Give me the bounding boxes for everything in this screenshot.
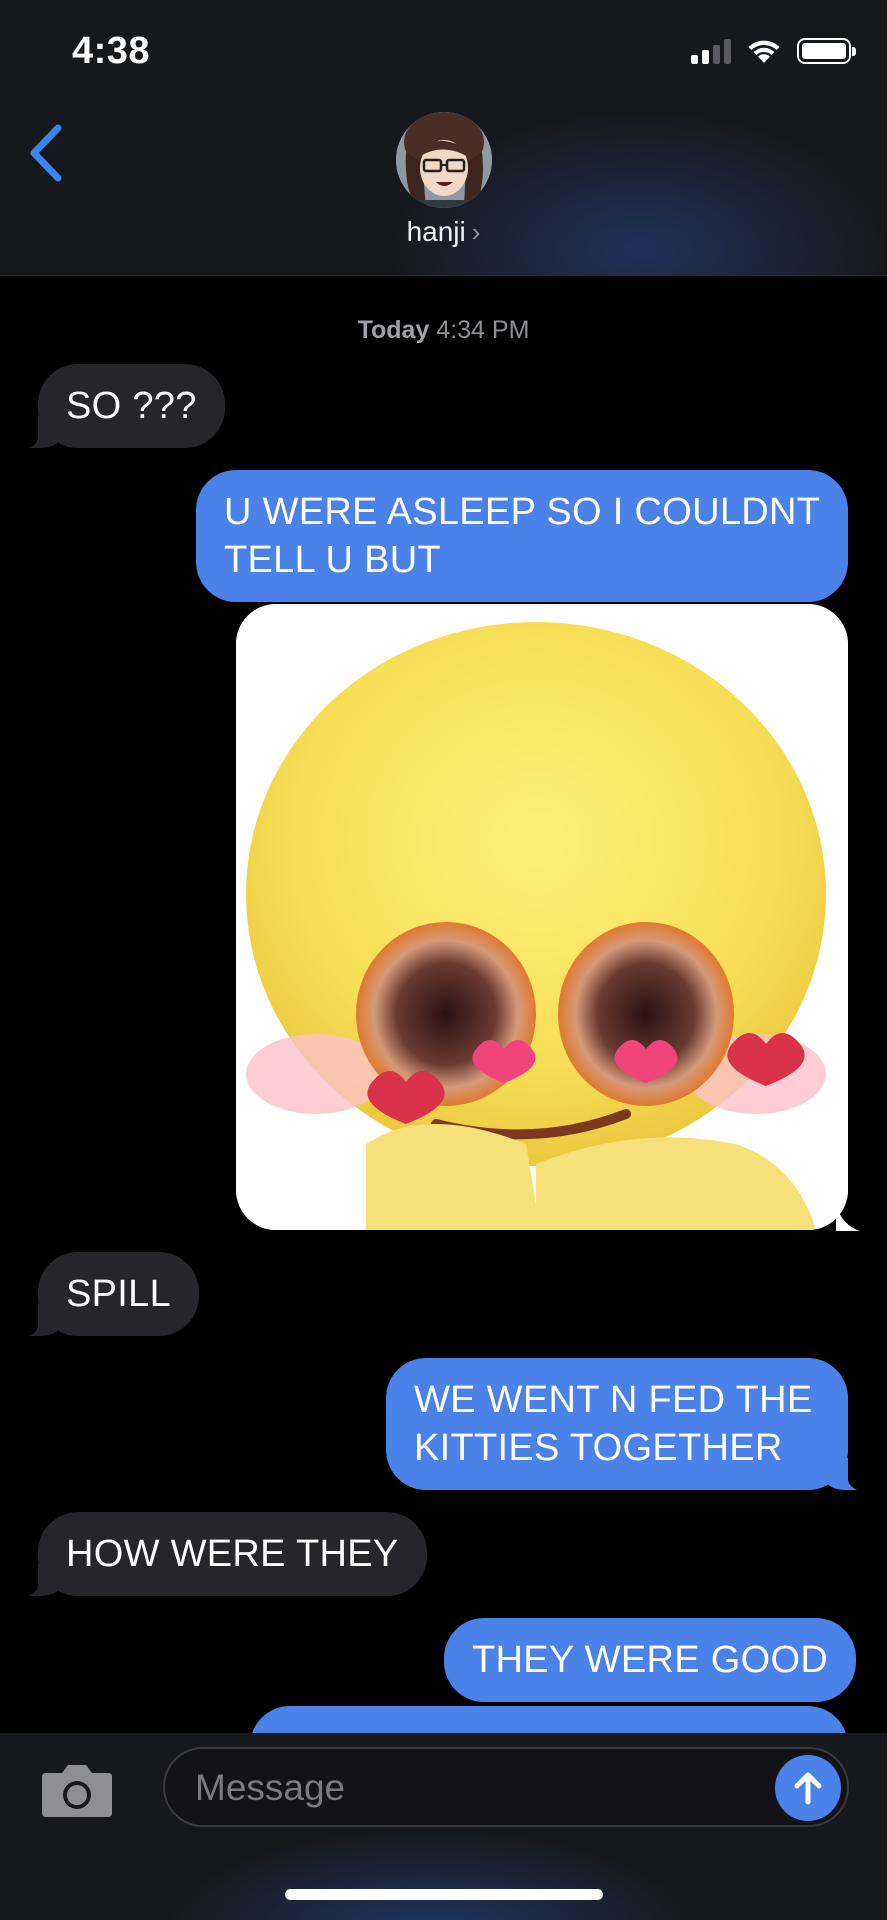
battery-icon	[797, 38, 856, 64]
conversation-header: 4:38 hanji ›	[0, 0, 887, 276]
send-button[interactable]	[775, 1755, 841, 1821]
message-bubble-outgoing[interactable]: WE WENT N FED THE KITTIES TOGETHER	[386, 1358, 876, 1491]
chevron-right-icon: ›	[471, 217, 481, 247]
home-indicator[interactable]	[285, 1889, 603, 1900]
signal-icon	[691, 38, 731, 64]
message-bubble-incoming[interactable]: HOW WERE THEY	[10, 1512, 427, 1597]
message-text: SPILL	[66, 1273, 172, 1315]
message-bubble-incoming[interactable]: SO ???	[10, 364, 225, 449]
camera-icon[interactable]	[40, 1761, 114, 1819]
back-chevron-icon[interactable]	[20, 118, 80, 188]
contact-avatar[interactable]	[396, 112, 492, 208]
message-bubble-incoming[interactable]: SPILL	[9, 1252, 200, 1337]
status-time: 4:38	[72, 30, 151, 72]
message-text: SO ???	[66, 385, 197, 427]
message-image-attachment[interactable]	[236, 604, 848, 1230]
message-text: HOW WERE THEY	[66, 1533, 399, 1575]
thread-timestamp: Today 4:34 PM	[0, 316, 887, 345]
contact-name-text: hanji	[406, 216, 466, 247]
message-text: THEY WERE GOOD	[472, 1639, 829, 1681]
message-text-line-2: KITTIES TOGETHER	[414, 1427, 783, 1469]
image-bubble-tail	[836, 1205, 860, 1231]
message-bubble-outgoing[interactable]: U WERE ASLEEP SO I COULDNT TELL U BUT	[196, 470, 848, 602]
message-input-field[interactable]	[163, 1747, 849, 1827]
composer-bar	[0, 1733, 887, 1920]
message-bubble-outgoing[interactable]: THEY WERE GOOD	[444, 1618, 857, 1702]
contact-name[interactable]: hanji ›	[0, 216, 887, 248]
heart-eyes-emoji-image	[236, 604, 848, 1230]
wifi-icon	[748, 40, 780, 63]
timestamp-time: 4:34 PM	[436, 316, 530, 344]
message-input[interactable]	[195, 1763, 755, 1813]
message-text-line-2: TELL U BUT	[224, 539, 441, 581]
send-arrow-icon	[794, 1772, 822, 1805]
message-text-line-1: U WERE ASLEEP SO I COULDNT	[224, 491, 821, 533]
message-text-line-1: WE WENT N FED THE	[414, 1379, 813, 1421]
timestamp-day: Today	[357, 316, 430, 344]
status-icons	[691, 38, 856, 64]
